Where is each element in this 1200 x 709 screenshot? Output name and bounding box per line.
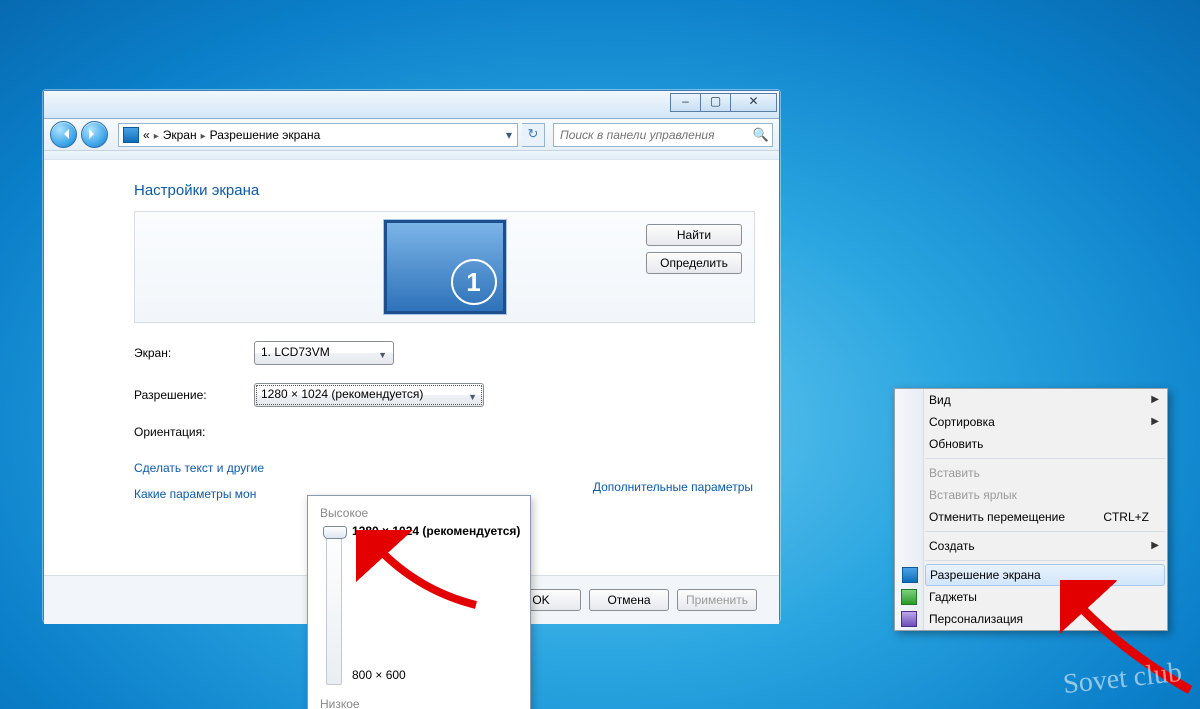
breadcrumb-separator-icon [154,128,159,142]
monitor-icon [902,567,918,583]
identify-button[interactable]: Определить [646,252,742,274]
ctx-view[interactable]: Вид▶ [895,389,1167,411]
window-titlebar[interactable]: – ▢ ✕ [44,91,779,119]
breadcrumb-separator-icon [201,128,206,142]
advanced-settings-link[interactable]: Дополнительные параметры [593,480,753,494]
context-menu-separator [925,531,1165,532]
resolution-label: Разрешение: [134,388,254,402]
maximize-button[interactable]: ▢ [700,93,731,112]
submenu-arrow-icon: ▶ [1151,411,1159,433]
apply-button[interactable]: Применить [677,589,757,611]
orientation-label: Ориентация: [134,425,254,439]
cancel-button[interactable]: Отмена [589,589,669,611]
breadcrumb-screen[interactable]: Экран [163,128,197,142]
desktop-context-menu: Вид▶ Сортировка▶ Обновить Вставить Встав… [894,388,1168,631]
refresh-button[interactable]: ↻ [522,123,545,147]
resolution-slider-flyout: Высокое 1280 × 1024 (рекомендуется) 800 … [307,495,531,709]
monitor-number-badge: 1 [451,259,497,305]
ctx-gadgets[interactable]: Гаджеты [895,586,1167,608]
submenu-arrow-icon: ▶ [1151,535,1159,557]
ctx-undo-accel: CTRL+Z [1103,506,1149,528]
address-bar[interactable]: « Экран Разрешение экрана ▾ [118,123,518,147]
screen-label: Экран: [134,346,254,360]
detect-button[interactable]: Найти [646,224,742,246]
slider-caption-high: Высокое [320,506,518,520]
ctx-screen-resolution[interactable]: Разрешение экрана [925,564,1165,586]
search-icon[interactable]: 🔍 [750,124,772,146]
control-panel-icon [123,127,139,143]
address-history-dropdown[interactable]: ▾ [501,128,517,142]
gadgets-icon [901,589,917,605]
context-menu-separator [925,560,1165,561]
search-input[interactable] [554,128,750,142]
breadcrumb-resolution[interactable]: Разрешение экрана [210,128,321,142]
resolution-slider-track[interactable] [326,528,342,685]
ctx-paste: Вставить [895,462,1167,484]
page-title: Настройки экрана [134,182,755,199]
ctx-personalize[interactable]: Персонализация [895,608,1167,630]
slider-tick-bottom: 800 × 600 [352,668,406,682]
breadcrumb-pre[interactable]: « [143,128,150,142]
context-menu-separator [925,458,1165,459]
slider-tick-top: 1280 × 1024 (рекомендуется) [352,524,520,538]
close-button[interactable]: ✕ [730,93,777,112]
monitor-arrangement-box[interactable]: 1 Найти Определить [134,211,755,323]
ctx-undo-move[interactable]: Отменить перемещениеCTRL+Z [895,506,1167,528]
resolution-slider-thumb[interactable] [323,526,347,539]
nav-forward-button[interactable] [81,121,108,148]
ctx-paste-shortcut: Вставить ярлык [895,484,1167,506]
text-size-link[interactable]: Сделать текст и другие [134,461,264,475]
personalize-icon [901,611,917,627]
screen-dropdown[interactable]: 1. LCD73VM [254,341,394,365]
search-box[interactable]: 🔍 [553,123,773,147]
minimize-button[interactable]: – [670,93,701,112]
ctx-create[interactable]: Создать▶ [895,535,1167,557]
toolbar-stripe [44,151,779,160]
ctx-sort[interactable]: Сортировка▶ [895,411,1167,433]
which-monitor-link[interactable]: Какие параметры мон [134,487,256,501]
navigation-bar: « Экран Разрешение экрана ▾ ↻ 🔍 [44,119,779,151]
ctx-refresh[interactable]: Обновить [895,433,1167,455]
submenu-arrow-icon: ▶ [1151,389,1159,411]
slider-caption-low: Низкое [320,697,360,709]
monitor-thumbnail-1[interactable]: 1 [384,220,506,314]
nav-back-button[interactable] [50,121,77,148]
watermark: Sovet club [1062,657,1184,701]
resolution-dropdown[interactable]: 1280 × 1024 (рекомендуется) [254,383,484,407]
